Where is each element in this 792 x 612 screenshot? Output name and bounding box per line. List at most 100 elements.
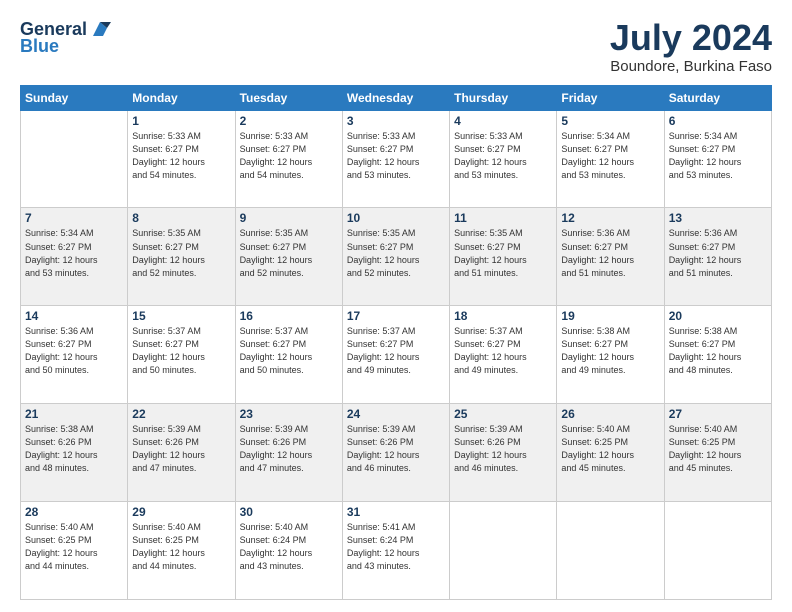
calendar-cell: 5Sunrise: 5:34 AM Sunset: 6:27 PM Daylig… [557, 110, 664, 208]
calendar-cell: 31 Sunrise: 5:41 AM Sunset: 6:24 PM Dayli… [342, 502, 449, 600]
day-info: Sunrise: 5:41 AM Sunset: 6:24 PM Dayligh… [347, 521, 445, 573]
calendar-header-wednesday: Wednesday [342, 85, 449, 110]
day-info: Sunrise: 5:37 AM Sunset: 6:27 PM Dayligh… [132, 325, 230, 377]
day-info: Sunrise: 5:40 AM Sunset: 6:25 PM Dayligh… [561, 423, 659, 475]
calendar-cell: 16 Sunrise: 5:37 AM Sunset: 6:27 PM Dayli… [235, 306, 342, 404]
day-number: 19 [561, 309, 659, 323]
day-info: Sunrise: 5:36 AM Sunset: 6:27 PM Dayligh… [561, 227, 659, 279]
title-block: July 2024 Boundore, Burkina Faso [610, 18, 772, 75]
day-info: Sunrise: 5:40 AM Sunset: 6:24 PM Dayligh… [240, 521, 338, 573]
logo-text-blue: Blue [20, 36, 59, 57]
day-info: Sunrise: 5:39 AM Sunset: 6:26 PM Dayligh… [240, 423, 338, 475]
day-info: Sunrise: 5:38 AM Sunset: 6:27 PM Dayligh… [669, 325, 767, 377]
day-number: 18 [454, 309, 552, 323]
day-number: 25 [454, 407, 552, 421]
day-info: Sunrise: 5:33 AM Sunset: 6:27 PM Dayligh… [454, 130, 552, 182]
calendar-week-row-1: 1 Sunrise: 5:33 AM Sunset: 6:27 PM Daylig… [21, 110, 772, 208]
day-number: 14 [25, 309, 123, 323]
calendar-cell: 3Sunrise: 5:33 AM Sunset: 6:27 PM Daylig… [342, 110, 449, 208]
calendar-cell: 14 Sunrise: 5:36 AM Sunset: 6:27 PM Dayli… [21, 306, 128, 404]
day-info: Sunrise: 5:36 AM Sunset: 6:27 PM Dayligh… [25, 325, 123, 377]
calendar-cell [664, 502, 771, 600]
calendar-header-sunday: Sunday [21, 85, 128, 110]
day-number: 29 [132, 505, 230, 519]
calendar-cell: 18 Sunrise: 5:37 AM Sunset: 6:27 PM Dayli… [450, 306, 557, 404]
calendar-week-row-5: 28 Sunrise: 5:40 AM Sunset: 6:25 PM Dayli… [21, 502, 772, 600]
day-info: Sunrise: 5:34 AM Sunset: 6:27 PM Dayligh… [669, 130, 767, 182]
calendar-cell: 7 Sunrise: 5:34 AM Sunset: 6:27 PM Daylig… [21, 208, 128, 306]
day-info: Sunrise: 5:39 AM Sunset: 6:26 PM Dayligh… [454, 423, 552, 475]
calendar-week-row-4: 21Sunrise: 5:38 AM Sunset: 6:26 PM Dayli… [21, 404, 772, 502]
calendar-cell: 21Sunrise: 5:38 AM Sunset: 6:26 PM Dayli… [21, 404, 128, 502]
calendar-cell: 25 Sunrise: 5:39 AM Sunset: 6:26 PM Dayli… [450, 404, 557, 502]
day-number: 5 [561, 114, 659, 128]
day-info: Sunrise: 5:39 AM Sunset: 6:26 PM Dayligh… [132, 423, 230, 475]
day-number: 16 [240, 309, 338, 323]
day-number: 8 [132, 211, 230, 225]
day-info: Sunrise: 5:35 AM Sunset: 6:27 PM Dayligh… [347, 227, 445, 279]
calendar-cell: 27Sunrise: 5:40 AM Sunset: 6:25 PM Dayli… [664, 404, 771, 502]
calendar-cell [21, 110, 128, 208]
day-number: 6 [669, 114, 767, 128]
calendar-cell: 10 Sunrise: 5:35 AM Sunset: 6:27 PM Dayli… [342, 208, 449, 306]
header: General Blue July 2024 Boundore, Burkina… [20, 18, 772, 75]
day-number: 1 [132, 114, 230, 128]
day-number: 11 [454, 211, 552, 225]
calendar-cell: 4 Sunrise: 5:33 AM Sunset: 6:27 PM Daylig… [450, 110, 557, 208]
calendar-header-thursday: Thursday [450, 85, 557, 110]
calendar-cell [557, 502, 664, 600]
day-number: 9 [240, 211, 338, 225]
day-number: 4 [454, 114, 552, 128]
calendar-cell [450, 502, 557, 600]
day-info: Sunrise: 5:40 AM Sunset: 6:25 PM Dayligh… [25, 521, 123, 573]
day-number: 23 [240, 407, 338, 421]
day-number: 3 [347, 114, 445, 128]
day-info: Sunrise: 5:35 AM Sunset: 6:27 PM Dayligh… [240, 227, 338, 279]
calendar-week-row-2: 7 Sunrise: 5:34 AM Sunset: 6:27 PM Daylig… [21, 208, 772, 306]
day-number: 7 [25, 211, 123, 225]
day-number: 12 [561, 211, 659, 225]
calendar-cell: 13 Sunrise: 5:36 AM Sunset: 6:27 PM Dayli… [664, 208, 771, 306]
page: General Blue July 2024 Boundore, Burkina… [0, 0, 792, 612]
calendar-cell: 6 Sunrise: 5:34 AM Sunset: 6:27 PM Daylig… [664, 110, 771, 208]
calendar-cell: 2Sunrise: 5:33 AM Sunset: 6:27 PM Daylig… [235, 110, 342, 208]
day-number: 10 [347, 211, 445, 225]
calendar-cell: 1 Sunrise: 5:33 AM Sunset: 6:27 PM Daylig… [128, 110, 235, 208]
day-number: 31 [347, 505, 445, 519]
day-info: Sunrise: 5:38 AM Sunset: 6:26 PM Dayligh… [25, 423, 123, 475]
day-info: Sunrise: 5:39 AM Sunset: 6:26 PM Dayligh… [347, 423, 445, 475]
day-info: Sunrise: 5:34 AM Sunset: 6:27 PM Dayligh… [25, 227, 123, 279]
day-number: 20 [669, 309, 767, 323]
calendar-cell: 23 Sunrise: 5:39 AM Sunset: 6:26 PM Dayli… [235, 404, 342, 502]
day-info: Sunrise: 5:35 AM Sunset: 6:27 PM Dayligh… [132, 227, 230, 279]
calendar-header-friday: Friday [557, 85, 664, 110]
day-number: 2 [240, 114, 338, 128]
day-info: Sunrise: 5:37 AM Sunset: 6:27 PM Dayligh… [454, 325, 552, 377]
day-number: 17 [347, 309, 445, 323]
calendar-header-monday: Monday [128, 85, 235, 110]
calendar-cell: 12 Sunrise: 5:36 AM Sunset: 6:27 PM Dayli… [557, 208, 664, 306]
calendar-header-tuesday: Tuesday [235, 85, 342, 110]
location: Boundore, Burkina Faso [610, 58, 772, 75]
day-info: Sunrise: 5:38 AM Sunset: 6:27 PM Dayligh… [561, 325, 659, 377]
day-number: 13 [669, 211, 767, 225]
day-number: 28 [25, 505, 123, 519]
calendar-cell: 9 Sunrise: 5:35 AM Sunset: 6:27 PM Daylig… [235, 208, 342, 306]
calendar-cell: 24Sunrise: 5:39 AM Sunset: 6:26 PM Dayli… [342, 404, 449, 502]
calendar-cell: 20 Sunrise: 5:38 AM Sunset: 6:27 PM Dayli… [664, 306, 771, 404]
calendar-cell: 8 Sunrise: 5:35 AM Sunset: 6:27 PM Daylig… [128, 208, 235, 306]
calendar-week-row-3: 14 Sunrise: 5:36 AM Sunset: 6:27 PM Dayli… [21, 306, 772, 404]
day-number: 27 [669, 407, 767, 421]
calendar-header-row: SundayMondayTuesdayWednesdayThursdayFrid… [21, 85, 772, 110]
logo: General Blue [20, 18, 111, 57]
calendar-header-saturday: Saturday [664, 85, 771, 110]
calendar-cell: 17Sunrise: 5:37 AM Sunset: 6:27 PM Dayli… [342, 306, 449, 404]
day-info: Sunrise: 5:37 AM Sunset: 6:27 PM Dayligh… [240, 325, 338, 377]
day-info: Sunrise: 5:33 AM Sunset: 6:27 PM Dayligh… [132, 130, 230, 182]
day-info: Sunrise: 5:36 AM Sunset: 6:27 PM Dayligh… [669, 227, 767, 279]
calendar-cell: 29 Sunrise: 5:40 AM Sunset: 6:25 PM Dayli… [128, 502, 235, 600]
calendar-cell: 26 Sunrise: 5:40 AM Sunset: 6:25 PM Dayli… [557, 404, 664, 502]
logo-icon [89, 18, 111, 40]
day-number: 26 [561, 407, 659, 421]
day-info: Sunrise: 5:40 AM Sunset: 6:25 PM Dayligh… [132, 521, 230, 573]
